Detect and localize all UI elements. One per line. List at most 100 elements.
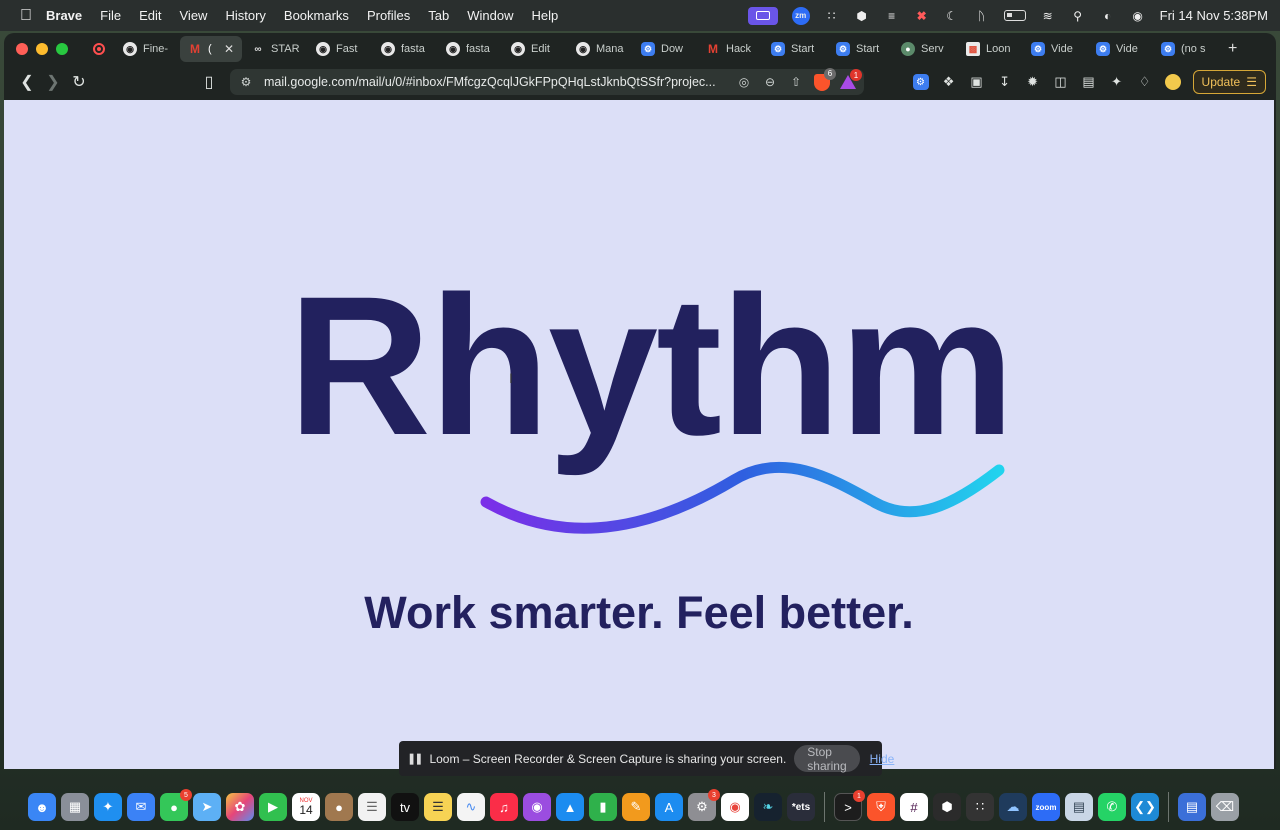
- apple-tv-icon[interactable]: tv: [391, 793, 419, 821]
- facetime-icon[interactable]: ▶: [259, 793, 287, 821]
- tab-item[interactable]: ⚙ Start: [763, 36, 827, 62]
- bluetooth-icon[interactable]: ᚢ: [974, 9, 990, 23]
- tab-item[interactable]: ⚙ Start: [828, 36, 892, 62]
- launchpad-icon[interactable]: ▦: [61, 793, 89, 821]
- control-center-icon[interactable]: ◐: [1100, 9, 1116, 23]
- tab-item[interactable]: ● Serv: [893, 36, 957, 62]
- tab-recording[interactable]: [84, 36, 114, 62]
- menu-window[interactable]: Window: [467, 8, 513, 23]
- screen-share-icon[interactable]: [747, 6, 778, 25]
- music-icon[interactable]: ♫: [490, 793, 518, 821]
- notes-icon[interactable]: ☰: [424, 793, 452, 821]
- spotlight-search-icon[interactable]: ⚲: [1070, 9, 1086, 23]
- battery-icon[interactable]: [1003, 10, 1026, 21]
- tab-item[interactable]: M Hack: [698, 36, 762, 62]
- tab-item[interactable]: ∞ STAR: [243, 36, 307, 62]
- warp-icon[interactable]: ❧: [754, 793, 782, 821]
- podcasts-icon[interactable]: ◉: [523, 793, 551, 821]
- brave-icon[interactable]: ⛨: [867, 793, 895, 821]
- wallet-icon[interactable]: ▤: [1081, 74, 1097, 90]
- new-tab-plus-icon[interactable]: +: [1228, 40, 1237, 58]
- maps-icon[interactable]: ➤: [193, 793, 221, 821]
- forward-arrow-icon[interactable]: ❯: [40, 69, 66, 95]
- zoom-out-icon[interactable]: ⊖: [762, 75, 778, 89]
- mail-icon[interactable]: ✉: [127, 793, 155, 821]
- site-settings-icon[interactable]: ⚙: [238, 75, 254, 89]
- spark-icon[interactable]: ✖: [914, 9, 930, 23]
- zoom-window-button[interactable]: [56, 43, 68, 55]
- pages-icon[interactable]: ✎: [622, 793, 650, 821]
- menu-edit[interactable]: Edit: [139, 8, 161, 23]
- ets-app-icon[interactable]: *ets: [787, 793, 815, 821]
- tab-item[interactable]: ◉ Mana: [568, 36, 632, 62]
- moon-icon[interactable]: ☾: [944, 9, 960, 23]
- tab-close-icon[interactable]: ✕: [224, 42, 234, 56]
- puzzle-extensions-icon[interactable]: ❖: [941, 74, 957, 90]
- menu-help[interactable]: Help: [532, 8, 559, 23]
- minimize-window-button[interactable]: [36, 43, 48, 55]
- tab-item[interactable]: ⚙ Dow: [633, 36, 697, 62]
- brave-shields-icon[interactable]: 6: [814, 67, 836, 91]
- brave-rewards-icon[interactable]: 1: [840, 69, 862, 89]
- zoom-status-icon[interactable]: zm: [791, 6, 810, 25]
- update-button[interactable]: Update ☰: [1192, 70, 1266, 94]
- apple-menu-icon[interactable]: : [16, 7, 36, 25]
- slack-icon[interactable]: #: [900, 793, 928, 821]
- reminders-icon[interactable]: ☰: [358, 793, 386, 821]
- preview-icon[interactable]: ▤: [1065, 793, 1093, 821]
- numbers-icon[interactable]: ▮: [589, 793, 617, 821]
- chrome-icon[interactable]: ◉: [721, 793, 749, 821]
- tab-item[interactable]: ⚙ Vide: [1088, 36, 1152, 62]
- profile-avatar-icon[interactable]: [1164, 74, 1181, 90]
- menu-profiles[interactable]: Profiles: [367, 8, 410, 23]
- address-bar[interactable]: ⚙ mail.google.com/mail/u/0/#inbox/FMfcgz…: [230, 67, 864, 95]
- zoom-app-icon[interactable]: zoom: [1032, 793, 1060, 821]
- menu-bookmarks[interactable]: Bookmarks: [284, 8, 349, 23]
- grid-dots-icon[interactable]: ∷: [824, 9, 840, 23]
- menu-bar-clock[interactable]: Fri 14 Nov 5:38PM: [1160, 8, 1268, 23]
- wifi-icon[interactable]: ≋: [1040, 9, 1056, 23]
- tab-item[interactable]: ◉ fasta: [373, 36, 437, 62]
- app-store-icon[interactable]: A: [655, 793, 683, 821]
- eye-slash-icon[interactable]: ◎: [736, 75, 752, 89]
- vscode-icon[interactable]: ❮❯: [1131, 793, 1159, 821]
- stripes-icon[interactable]: ≡: [884, 9, 900, 23]
- tab-item[interactable]: ▩ Loon: [958, 36, 1022, 62]
- vpn-shield-icon[interactable]: ♢: [1137, 74, 1153, 90]
- url-text[interactable]: mail.google.com/mail/u/0/#inbox/FMfcgzQc…: [264, 75, 726, 89]
- calendar-icon[interactable]: NOV 14: [292, 793, 320, 821]
- safari-icon[interactable]: ✦: [94, 793, 122, 821]
- menu-view[interactable]: View: [180, 8, 208, 23]
- grid-app-icon[interactable]: ∷: [966, 793, 994, 821]
- ai-sparkle-icon[interactable]: ✦: [1109, 74, 1125, 90]
- bookmark-icon[interactable]: ▯: [196, 69, 222, 95]
- tab-item[interactable]: ⚙ (no s: [1153, 36, 1217, 62]
- messages-icon[interactable]: ● 5: [160, 789, 192, 821]
- leo-icon[interactable]: ✹: [1025, 74, 1041, 90]
- screenshot-icon[interactable]: ▣: [969, 74, 985, 90]
- back-arrow-icon[interactable]: ❮: [14, 69, 40, 95]
- system-settings-icon[interactable]: ⚙ 3: [688, 789, 720, 821]
- extension-gear-icon[interactable]: ⚙: [912, 74, 929, 90]
- siri-icon[interactable]: ◉: [1130, 9, 1146, 23]
- tab-item[interactable]: ◉ Edit: [503, 36, 567, 62]
- tab-item-active[interactable]: M (✕: [180, 36, 242, 62]
- trash-icon[interactable]: ⌫: [1211, 793, 1239, 821]
- menu-history[interactable]: History: [225, 8, 265, 23]
- hide-link[interactable]: Hide: [870, 752, 895, 766]
- terminal-icon[interactable]: >1: [834, 790, 865, 821]
- freeform-icon[interactable]: ∿: [457, 793, 485, 821]
- close-window-button[interactable]: [16, 43, 28, 55]
- share-icon[interactable]: ⇧: [788, 75, 804, 89]
- sidebar-toggle-icon[interactable]: ◫: [1053, 74, 1069, 90]
- cube-app-icon[interactable]: ⬢: [933, 793, 961, 821]
- menu-app-name[interactable]: Brave: [46, 8, 82, 23]
- menu-file[interactable]: File: [100, 8, 121, 23]
- cloud-app-icon[interactable]: ☁: [999, 793, 1027, 821]
- tab-item[interactable]: ⚙ Vide: [1023, 36, 1087, 62]
- download-icon[interactable]: ↧: [997, 74, 1013, 90]
- tab-item[interactable]: ◉ fasta: [438, 36, 502, 62]
- tab-item[interactable]: ◉ Fine-: [115, 36, 179, 62]
- cube-icon[interactable]: ⬢: [854, 9, 870, 23]
- finder-icon[interactable]: ☻: [28, 793, 56, 821]
